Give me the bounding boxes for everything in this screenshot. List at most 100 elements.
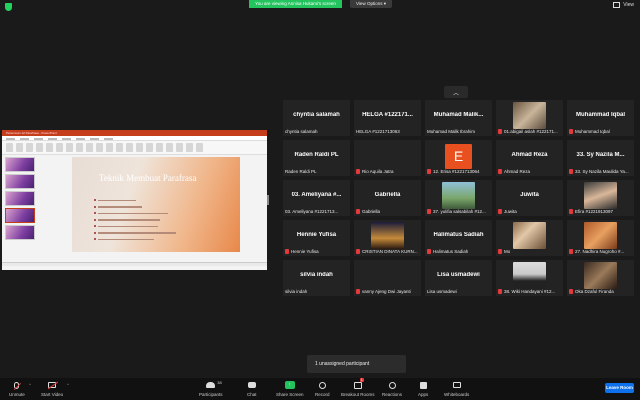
- slide-thumbnail[interactable]: [5, 174, 35, 189]
- participant-name-label: vanny Ajeng Dwi Jayanti: [356, 289, 419, 294]
- participant-name-label: Efira #1221913097: [569, 209, 632, 214]
- participant-tile[interactable]: 01.abigail aslah #122171...: [496, 100, 563, 136]
- security-shield-icon[interactable]: [5, 3, 12, 11]
- participant-tile[interactable]: Muhammad Iqbal Muhammad Iqbal: [567, 100, 634, 136]
- participant-name-label: 12. Erisa #1221713064: [427, 169, 490, 174]
- unmute-label: Unmute: [9, 392, 25, 397]
- participant-name: 01.abigail aslah #122171...: [504, 129, 558, 134]
- participant-tile[interactable]: Lisa usmadewi Lisa usmadewi: [425, 260, 492, 296]
- gallery-page-up-button[interactable]: ︿: [444, 86, 468, 98]
- share-screen-icon: ↑: [284, 381, 295, 389]
- unmute-button[interactable]: Unmute: [9, 380, 25, 397]
- participants-button[interactable]: 38 Participants: [199, 380, 223, 397]
- participant-name: 38. Wiki Handayani #12...: [504, 289, 556, 294]
- participant-tile[interactable]: chyntia salamah chyntia salamah: [283, 100, 350, 136]
- start-video-button[interactable]: Start Video: [41, 380, 63, 397]
- participant-display-name: 03. Ameliyana #...: [291, 192, 342, 198]
- breakout-rooms-button[interactable]: 1 Breakout Rooms: [341, 378, 375, 397]
- participant-tile[interactable]: silvia indah silvia indah: [283, 260, 350, 296]
- viewing-screen-banner: You are viewing Annisa Hukami's screen: [249, 0, 342, 8]
- participant-tile[interactable]: Juwita Juwita: [496, 180, 563, 216]
- participant-name: 33. Sy Nazila Maulida Ya...: [575, 169, 629, 174]
- participant-name-label: Mo: [498, 249, 561, 254]
- participant-tile[interactable]: Oka Dzaful Firanda: [567, 260, 634, 296]
- participant-tile[interactable]: Rio Aquila Jatra: [354, 140, 421, 176]
- video-options-caret[interactable]: ^: [67, 382, 69, 387]
- participant-name: Mo: [504, 249, 511, 254]
- participant-tile[interactable]: CRISTIAN DINATA KURN...: [354, 220, 421, 256]
- participant-name: CRISTIAN DINATA KURN...: [362, 249, 418, 254]
- participants-label: Participants: [199, 392, 223, 397]
- participant-tile[interactable]: E 12. Erisa #1221713064: [425, 140, 492, 176]
- participant-video: [584, 222, 617, 249]
- participants-icon: [206, 382, 216, 388]
- slide-title: Teknik Membuat Parafrasa: [99, 173, 197, 183]
- muted-microphone-icon: [569, 249, 573, 254]
- slide-thumbnail[interactable]: [5, 157, 35, 172]
- slide-thumbnail[interactable]: [5, 191, 35, 206]
- view-options-button[interactable]: View Options ▾: [350, 0, 392, 8]
- slide-thumbnail[interactable]: [5, 208, 35, 223]
- participant-display-name: Ahmad Reza: [511, 152, 548, 158]
- participant-name: Efira #1221913097: [575, 209, 614, 214]
- breakout-rooms-icon: [353, 381, 362, 389]
- powerpoint-body: Teknik Membuat Parafrasa: [2, 155, 267, 266]
- participant-name: silvia indah: [285, 289, 308, 294]
- participant-tile[interactable]: Mo: [496, 220, 563, 256]
- muted-microphone-icon: [356, 289, 360, 294]
- participant-display-name: HELGA #122171...: [362, 112, 413, 118]
- participant-video: [584, 262, 617, 289]
- participant-name-label: 27. Nadhira Nugroho #...: [569, 249, 632, 254]
- reactions-button[interactable]: Reactions: [382, 380, 402, 397]
- participant-tile[interactable]: 33. Sy Nazila M... 33. Sy Nazila Maulida …: [567, 140, 634, 176]
- ribbon-toolbar: [2, 141, 267, 155]
- participant-name: Halimatus Sadiah: [433, 249, 469, 254]
- slide-thumbnails: [5, 157, 35, 265]
- participant-tile[interactable]: Hennie Yufisa Hennie Yufisa: [283, 220, 350, 256]
- participant-display-name: Lisa usmadewi: [437, 272, 480, 278]
- participant-name-label: 33. Sy Nazila Maulida Ya...: [569, 169, 632, 174]
- whiteboards-button[interactable]: Whiteboards: [444, 380, 469, 397]
- chat-button[interactable]: Chat: [247, 380, 257, 397]
- participants-count: 38: [217, 380, 222, 385]
- participant-tile[interactable]: 38. Wiki Handayani #12...: [496, 260, 563, 296]
- shared-screen: Pertemuan 12 Parafrasa - PowerPoint Tekn…: [2, 130, 267, 270]
- participant-tile[interactable]: Gabriella Gabriella: [354, 180, 421, 216]
- participant-tile[interactable]: vanny Ajeng Dwi Jayanti: [354, 260, 421, 296]
- participant-tile[interactable]: 27. Nadhira Nugroho #...: [567, 220, 634, 256]
- participant-tile[interactable]: 37. yulifia salsabilah #12...: [425, 180, 492, 216]
- leave-room-button[interactable]: Leave Room: [605, 383, 634, 393]
- muted-microphone-icon: [427, 209, 431, 214]
- participant-tile[interactable]: Ahmad Reza Ahmad Reza: [496, 140, 563, 176]
- split-view-handle[interactable]: [267, 195, 269, 205]
- participant-tile[interactable]: 03. Ameliyana #... 03. Ameliyana #1221713…: [283, 180, 350, 216]
- slide-thumbnail[interactable]: [5, 225, 35, 240]
- participant-tile[interactable]: HELGA #122171... HELGA #1221713063: [354, 100, 421, 136]
- share-screen-label: Share Screen: [276, 392, 304, 397]
- current-slide: Teknik Membuat Parafrasa: [72, 157, 240, 252]
- chat-icon: [247, 382, 256, 388]
- participant-name: Rio Aquila Jatra: [362, 169, 394, 174]
- participant-name-label: Halimatus Sadiah: [427, 249, 490, 254]
- participant-tile[interactable]: Muhamad Malik... Muhamad Malik Ibrahim: [425, 100, 492, 136]
- participant-tile[interactable]: Halimatus Sadiah Halimatus Sadiah: [425, 220, 492, 256]
- participant-name: Muhammad Iqbal: [575, 129, 610, 134]
- view-mode-toggle[interactable]: View: [613, 2, 634, 8]
- participant-display-name: Muhammad Iqbal: [575, 112, 625, 118]
- apps-button[interactable]: Apps: [418, 380, 428, 397]
- unassigned-participant-notice[interactable]: 1 unassigned participant: [307, 355, 406, 373]
- participant-name-label: 03. Ameliyana #1221713...: [285, 209, 348, 214]
- whiteboard-icon: [452, 382, 461, 388]
- breakout-rooms-label: Breakout Rooms: [341, 392, 375, 397]
- gallery-grid-icon: [613, 2, 621, 8]
- participant-tile[interactable]: Efira #1221913097: [567, 180, 634, 216]
- record-button[interactable]: Record: [315, 380, 330, 397]
- share-screen-button[interactable]: ↑ Share Screen: [276, 380, 304, 397]
- participant-tile[interactable]: Raden Raldi PL Raden Raldi PL: [283, 140, 350, 176]
- audio-options-caret[interactable]: ^: [29, 382, 31, 387]
- participant-name-label: Oka Dzaful Firanda: [569, 289, 632, 294]
- reactions-label: Reactions: [382, 392, 403, 397]
- participant-name-label: Raden Raldi PL: [285, 169, 348, 174]
- muted-microphone-icon: [356, 249, 360, 254]
- participant-video: [513, 222, 546, 249]
